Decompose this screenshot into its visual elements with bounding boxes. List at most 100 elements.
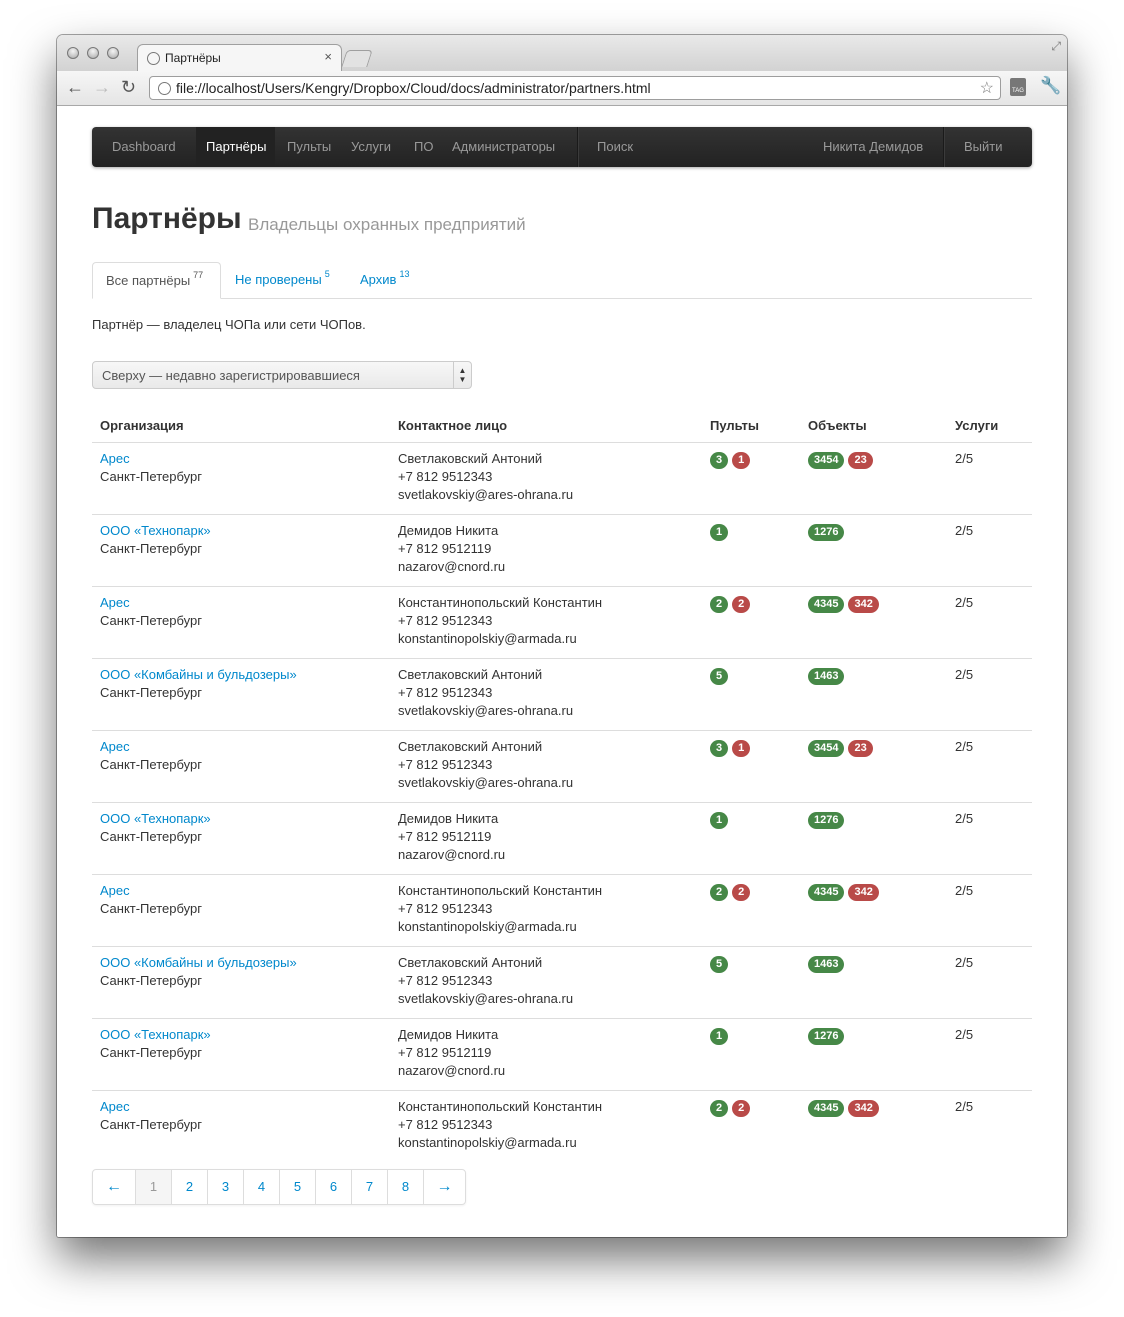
browser-toolbar: ← → ↻ file://localhost/Users/Kengry/Drop…	[57, 71, 1067, 106]
objects-ok-badge: 4345	[808, 596, 845, 613]
nav-user[interactable]: Никита Демидов	[823, 127, 923, 167]
pagination-page-5[interactable]: 5	[279, 1170, 315, 1204]
table-row: Арес Санкт-Петербург Светлаковский Антоний…	[92, 443, 1032, 515]
table-row: ООО «Технопарк» Санкт-Петербург Демидов Ни…	[92, 515, 1032, 587]
pagination-page-4[interactable]: 4	[243, 1170, 279, 1204]
tab-archive[interactable]: Архив 13	[360, 262, 409, 298]
title-bar: Партнёры × ⤢	[57, 35, 1067, 71]
consoles-alert-badge: 1	[732, 452, 751, 469]
reload-icon[interactable]: ↻	[121, 77, 136, 97]
contact-email: svetlakovskiy@ares-ohrana.ru	[398, 703, 574, 718]
organization-city: Санкт-Петербург	[100, 1117, 202, 1132]
tag-extension-icon[interactable]: TAG	[1010, 78, 1026, 96]
contact-email: svetlakovskiy@ares-ohrana.ru	[398, 991, 574, 1006]
nav-services[interactable]: Услуги	[351, 127, 391, 167]
organization-link[interactable]: ООО «Технопарк»	[100, 811, 211, 826]
pagination-page-1[interactable]: 1	[135, 1170, 171, 1204]
organization-link[interactable]: ООО «Технопарк»	[100, 1027, 211, 1042]
contact-name: Светлаковский Антоний	[398, 955, 543, 970]
contact-name: Демидов Никита	[398, 523, 499, 538]
organization-link[interactable]: Арес	[100, 883, 130, 898]
nav-logout[interactable]: Выйти	[964, 127, 1003, 167]
partner-tabs: Все партнёры 77 Не проверены 5 Архив 13	[92, 262, 1032, 299]
nav-search[interactable]: Поиск	[597, 127, 633, 167]
column-header-services[interactable]: Услуги	[955, 418, 998, 433]
tab-unverified[interactable]: Не проверены 5	[235, 262, 330, 298]
organization-cell: Арес Санкт-Петербург	[100, 594, 202, 630]
back-icon[interactable]: ←	[66, 77, 84, 97]
objects-cell: 3454 23	[808, 740, 877, 758]
organization-link[interactable]: ООО «Комбайны и бульдозеры»	[100, 955, 297, 970]
organization-city: Санкт-Петербург	[100, 1045, 202, 1060]
contact-email: konstantinopolskiy@armada.ru	[398, 631, 577, 646]
table-row: Арес Санкт-Петербург Константинопольский К…	[92, 587, 1032, 659]
objects-alert-badge: 342	[848, 596, 879, 613]
nav-software[interactable]: ПО	[414, 127, 433, 167]
consoles-cell: 31	[710, 740, 754, 758]
pagination-prev[interactable]: ←	[93, 1170, 135, 1204]
pagination-page-8[interactable]: 8	[387, 1170, 423, 1204]
consoles-ok-badge: 5	[710, 668, 729, 685]
minimize-window-button[interactable]	[87, 47, 99, 59]
pagination-next[interactable]: →	[423, 1170, 465, 1204]
browser-window: Партнёры × ⤢ ← → ↻ file://localhost/User…	[57, 35, 1067, 1237]
organization-link[interactable]: Арес	[100, 1099, 130, 1114]
objects-alert-badge: 342	[848, 1100, 879, 1117]
organization-link[interactable]: Арес	[100, 451, 130, 466]
contact-name: Константинопольский Константин	[398, 883, 603, 898]
pagination-page-7[interactable]: 7	[351, 1170, 387, 1204]
contact-name: Константинопольский Константин	[398, 1099, 603, 1114]
organization-link[interactable]: Арес	[100, 739, 130, 754]
contact-cell: Константинопольский Константин +7 812 951…	[398, 882, 602, 936]
close-tab-icon[interactable]: ×	[324, 49, 332, 64]
contact-phone: +7 812 9512119	[398, 541, 492, 556]
organization-link[interactable]: ООО «Технопарк»	[100, 523, 211, 538]
objects-cell: 4345 342	[808, 596, 883, 614]
consoles-alert-badge: 2	[732, 884, 751, 901]
consoles-alert-badge: 2	[732, 596, 751, 613]
organization-city: Санкт-Петербург	[100, 973, 202, 988]
partners-table: Организация Контактное лицо Пульты Объек…	[92, 415, 1032, 1162]
contact-email: konstantinopolskiy@armada.ru	[398, 919, 577, 934]
address-bar[interactable]: file://localhost/Users/Kengry/Dropbox/Cl…	[149, 76, 1001, 100]
contact-cell: Светлаковский Антоний +7 812 9512343 svetl…	[398, 738, 573, 792]
nav-consoles[interactable]: Пульты	[287, 127, 331, 167]
nav-administrators[interactable]: Администраторы	[452, 127, 555, 167]
pagination-page-2[interactable]: 2	[171, 1170, 207, 1204]
contact-name: Демидов Никита	[398, 1027, 499, 1042]
new-tab-button[interactable]	[341, 50, 373, 67]
star-icon[interactable]: ☆	[980, 78, 994, 98]
objects-ok-badge: 4345	[808, 884, 845, 901]
organization-link[interactable]: Арес	[100, 595, 130, 610]
consoles-cell: 1	[710, 1028, 732, 1046]
wrench-icon[interactable]: 🔧	[1040, 76, 1061, 96]
services-cell: 2/5	[955, 883, 974, 898]
consoles-ok-badge: 1	[710, 524, 729, 541]
close-window-button[interactable]	[67, 47, 79, 59]
consoles-ok-badge: 3	[710, 452, 729, 469]
url-text[interactable]: file://localhost/Users/Kengry/Dropbox/Cl…	[176, 80, 651, 96]
pagination-page-3[interactable]: 3	[207, 1170, 243, 1204]
tab-all-partners[interactable]: Все партнёры 77	[92, 262, 221, 299]
table-header: Организация Контактное лицо Пульты Объек…	[92, 415, 1032, 443]
nav-dashboard[interactable]: Dashboard	[102, 127, 186, 167]
nav-divider	[577, 127, 578, 167]
contact-email: nazarov@cnord.ru	[398, 1063, 506, 1078]
zoom-window-button[interactable]	[107, 47, 119, 59]
sort-select[interactable]: Сверху — недавно зарегистрировавшиеся ▲ ▼	[92, 361, 472, 389]
nav-partners[interactable]: Партнёры	[196, 127, 275, 167]
table-row: ООО «Комбайны и бульдозеры» Санкт-Петербу…	[92, 947, 1032, 1019]
column-header-consoles[interactable]: Пульты	[710, 418, 759, 433]
column-header-contact[interactable]: Контактное лицо	[398, 418, 507, 433]
services-cell: 2/5	[955, 451, 974, 466]
forward-icon[interactable]: →	[93, 77, 111, 97]
page-content: Dashboard Партнёры Пульты Услуги ПО Адми…	[57, 106, 1067, 1237]
organization-link[interactable]: ООО «Комбайны и бульдозеры»	[100, 667, 297, 682]
browser-tab[interactable]: Партнёры ×	[137, 44, 342, 71]
consoles-ok-badge: 3	[710, 740, 729, 757]
pagination-page-6[interactable]: 6	[315, 1170, 351, 1204]
column-header-organization[interactable]: Организация	[100, 418, 184, 433]
column-header-objects[interactable]: Объекты	[808, 418, 867, 433]
fullscreen-icon[interactable]: ⤢	[1051, 39, 1061, 54]
objects-cell: 1276	[808, 812, 848, 830]
